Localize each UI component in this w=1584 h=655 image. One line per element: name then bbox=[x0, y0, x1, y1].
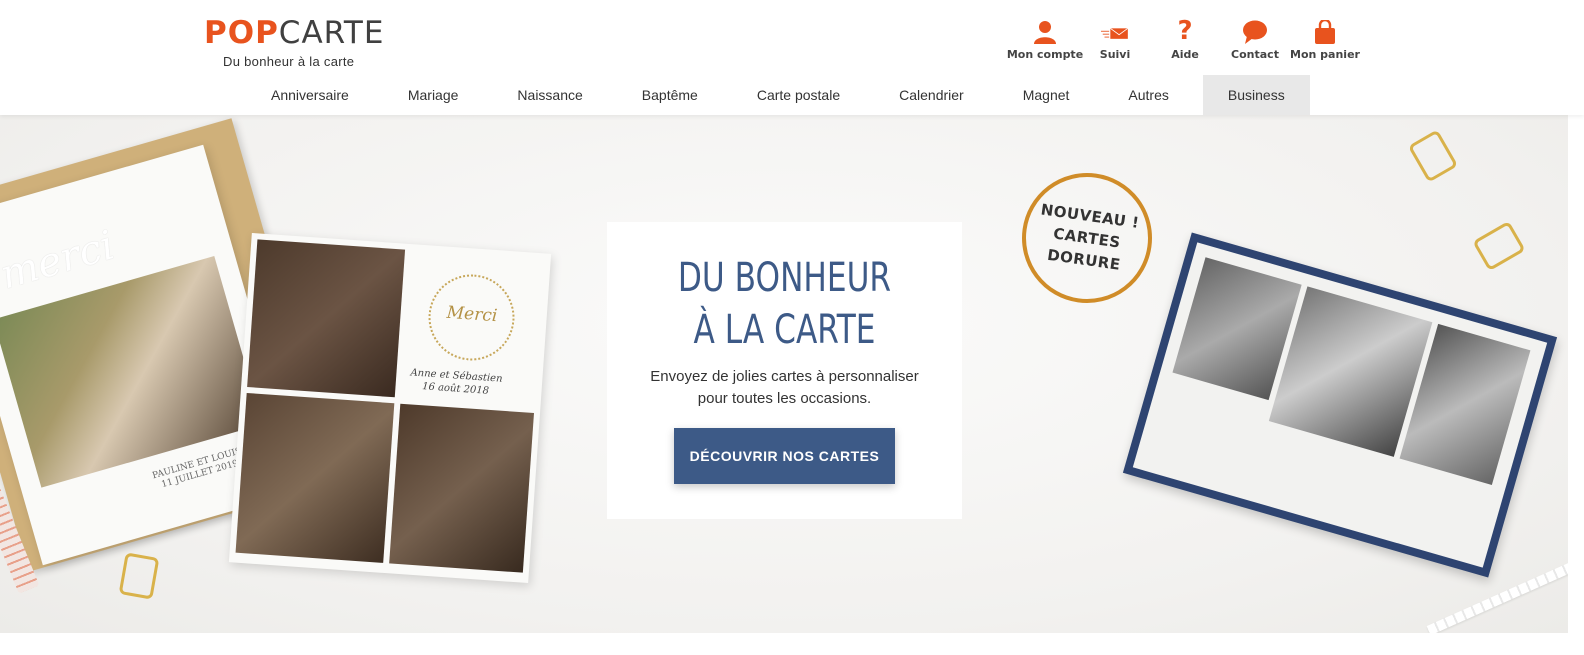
hero-title: DU BONHEUR À LA CARTE bbox=[646, 252, 923, 356]
nav-item-calendrier[interactable]: Calendrier bbox=[874, 75, 989, 115]
nav-item-carte-postale[interactable]: Carte postale bbox=[732, 75, 865, 115]
site-header: POPCARTE Du bonheur à la carte Mon compt… bbox=[0, 0, 1584, 115]
cart-link[interactable]: Mon panier bbox=[1290, 18, 1360, 64]
hero-title-line: DU BONHEUR bbox=[677, 255, 892, 301]
help-label: Aide bbox=[1171, 48, 1199, 61]
card-caption: PAULINE ET LOUIS 11 JUILLET 2019 bbox=[151, 446, 246, 493]
page: POPCARTE Du bonheur à la carte Mon compt… bbox=[0, 0, 1584, 655]
merci-script-gold: Merci bbox=[446, 302, 498, 327]
account-nav: Mon compte Suivi ? Aide Contact Mon pani… bbox=[1006, 18, 1360, 64]
gold-clip-decoration bbox=[118, 552, 160, 600]
collage-photo bbox=[389, 403, 534, 573]
popcarte-logo[interactable]: POPCARTE Du bonheur à la carte bbox=[204, 16, 404, 72]
cart-label: Mon panier bbox=[1290, 48, 1360, 61]
logo-carte: CARTE bbox=[278, 15, 385, 51]
hero-title-line: À LA CARTE bbox=[693, 307, 876, 353]
main-nav: Anniversaire Mariage Naissance Baptême C… bbox=[246, 75, 1319, 115]
tracking-label: Suivi bbox=[1099, 48, 1131, 61]
collage-photo bbox=[247, 239, 406, 398]
envelope-icon bbox=[1101, 18, 1129, 44]
tracking-link[interactable]: Suivi bbox=[1080, 18, 1150, 64]
contact-link[interactable]: Contact bbox=[1220, 18, 1290, 64]
question-icon: ? bbox=[1177, 16, 1193, 46]
hero-subtitle-line: pour toutes les occasions. bbox=[697, 390, 872, 407]
nav-item-magnet[interactable]: Magnet bbox=[998, 75, 1095, 115]
chat-bubble-icon bbox=[1241, 18, 1269, 44]
nav-item-naissance[interactable]: Naissance bbox=[492, 75, 607, 115]
nav-item-bapteme[interactable]: Baptême bbox=[617, 75, 723, 115]
account-label: Mon compte bbox=[1006, 48, 1084, 61]
user-icon bbox=[1031, 18, 1059, 44]
merci-collage-card: Merci Anne et Sébastien 16 août 2018 bbox=[228, 232, 552, 584]
nav-item-mariage[interactable]: Mariage bbox=[383, 75, 484, 115]
shopping-bag-icon bbox=[1311, 18, 1339, 44]
hero-subtitle: Envoyez de jolies cartes à personnaliser… bbox=[607, 366, 962, 410]
hero-subtitle-line: Envoyez de jolies cartes à personnaliser bbox=[650, 368, 919, 385]
contact-label: Contact bbox=[1231, 48, 1279, 61]
nav-item-autres[interactable]: Autres bbox=[1103, 75, 1193, 115]
collage-photo bbox=[235, 392, 395, 563]
hero-text-box: DU BONHEUR À LA CARTE Envoyez de jolies … bbox=[607, 222, 962, 519]
logo-pop: POP bbox=[204, 15, 279, 51]
logo-tagline: Du bonheur à la carte bbox=[223, 54, 355, 69]
nav-item-business[interactable]: Business bbox=[1202, 75, 1310, 115]
collage-names: Anne et Sébastien 16 août 2018 bbox=[409, 366, 503, 398]
discover-cards-button[interactable]: DÉCOUVRIR NOS CARTES bbox=[674, 428, 895, 484]
hero-banner[interactable]: merci PAULINE ET LOUIS 11 JUILLET 2019 M… bbox=[0, 115, 1568, 633]
nav-item-anniversaire[interactable]: Anniversaire bbox=[246, 75, 374, 115]
account-link[interactable]: Mon compte bbox=[1006, 18, 1084, 64]
logo-wordmark: POPCARTE bbox=[204, 16, 404, 50]
help-link[interactable]: ? Aide bbox=[1150, 18, 1220, 64]
